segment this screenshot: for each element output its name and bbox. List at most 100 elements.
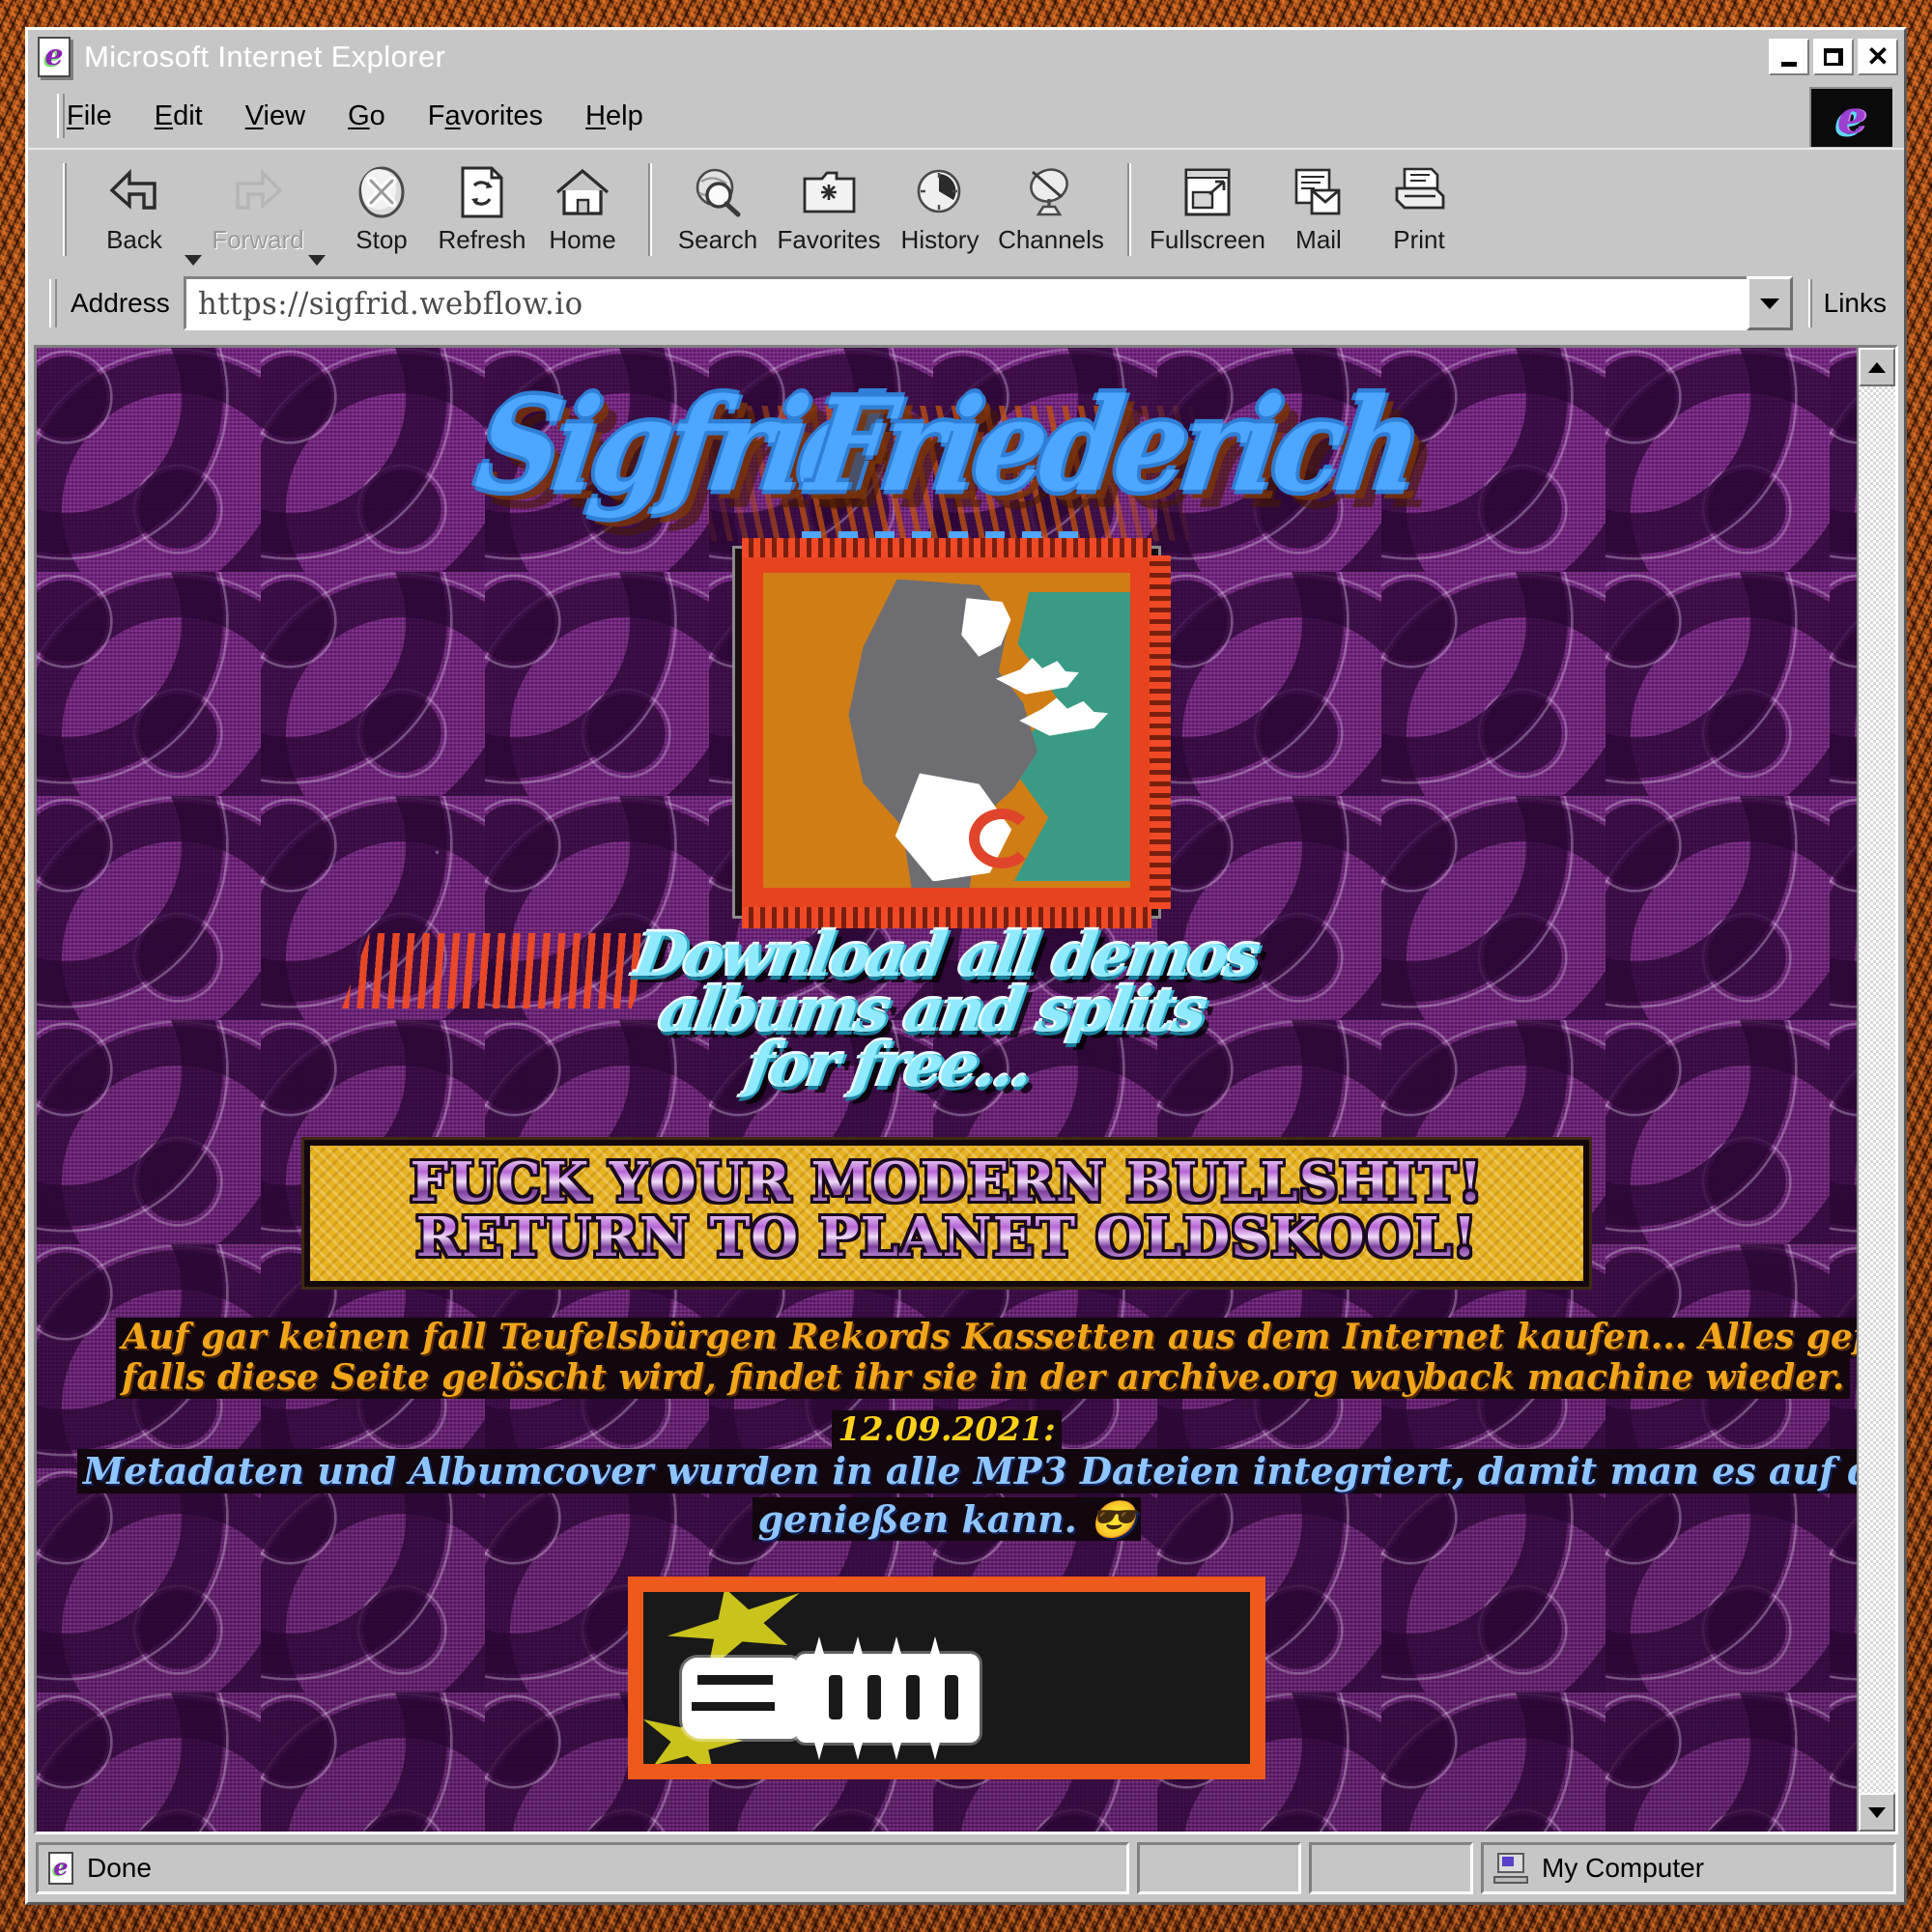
menu-item-go[interactable]: Go [348, 100, 385, 132]
toolbar-button-mail[interactable]: Mail [1268, 161, 1369, 255]
warning-line2: falls diese Seite gelöscht wird, findet … [116, 1357, 1851, 1399]
status-bar: e Done My Computer [28, 1834, 1904, 1902]
toolbar-label-favorites: Favorites [777, 225, 881, 254]
internet-explorer-icon: e [38, 37, 71, 77]
toolbar-button-history[interactable]: History [890, 161, 990, 255]
scroll-up-icon [1868, 361, 1886, 373]
toolbar-label-back: Back [106, 225, 162, 254]
window-title: Microsoft Internet Explorer [84, 40, 446, 73]
toolbar-button-stop[interactable]: Stop [331, 161, 432, 255]
page-inner: SigfridFriederich Download all demos alb… [37, 348, 1857, 1832]
printer-icon [1391, 161, 1447, 223]
menu-bar: File Edit View Go Favorites Help e [28, 84, 1904, 148]
fist-banner-canvas [643, 1592, 1250, 1764]
history-clock-icon [913, 161, 967, 223]
forward-arrow-icon [228, 161, 288, 223]
update-date: 12.09.2021: [832, 1410, 1062, 1449]
links-grip[interactable] [1807, 279, 1812, 327]
internet-explorer-icon-small: e [48, 1852, 73, 1885]
content-area: SigfridFriederich Download all demos alb… [34, 345, 1898, 1834]
toolbar-label-history: History [900, 225, 980, 254]
warning-line1: Auf gar keinen fall Teufelsbürgen Rekord… [116, 1317, 1857, 1358]
knuckleduster-icon [796, 1636, 980, 1743]
toolbar-button-channels[interactable]: Channels [990, 161, 1112, 255]
site-logo-text: SigfridFriederich [469, 370, 1426, 521]
menu-item-file[interactable]: File [67, 100, 112, 132]
address-input[interactable]: https://sigfrid.webflow.io [183, 276, 1749, 330]
toolbar-button-search[interactable]: Search [668, 161, 768, 255]
fist-icon [682, 1658, 798, 1739]
toolbar-label-home: Home [549, 225, 616, 254]
menu-item-help[interactable]: Help [585, 100, 643, 132]
minimize-button[interactable] [1769, 39, 1809, 75]
status-message: Done [87, 1853, 152, 1883]
vertical-scrollbar[interactable] [1857, 348, 1895, 1832]
fullscreen-icon [1180, 161, 1235, 223]
home-icon [553, 161, 612, 223]
address-bar: Address https://sigfrid.webflow.io Links [28, 266, 1904, 341]
stop-icon [354, 161, 410, 223]
update-line1: Metadaten und Albumcover wurden in alle … [77, 1449, 1857, 1493]
warning-notice: Auf gar keinen fall Teufelsbürgen Rekord… [116, 1317, 1857, 1399]
update-notice: 12.09.2021: Metadaten und Albumcover wur… [77, 1410, 1857, 1542]
status-panel-extra [1309, 1842, 1473, 1894]
hero-artwork[interactable] [735, 538, 1171, 928]
download-headline-line3: for free... [742, 1030, 1036, 1101]
address-dropdown-button[interactable] [1746, 276, 1793, 330]
status-message-panel: e Done [36, 1842, 1129, 1894]
links-button[interactable]: Links [1824, 288, 1887, 319]
oldskool-banner-line1: FUCK YOUR MODERN BULLSHIT! [310, 1154, 1583, 1210]
address-label: Address [71, 288, 170, 318]
channels-dish-icon [1023, 161, 1079, 223]
toolbar-label-fullscreen: Fullscreen [1150, 225, 1265, 254]
download-headline[interactable]: Download all demos albums and splits for… [37, 920, 1857, 1121]
scroll-down-button[interactable] [1859, 1793, 1895, 1832]
forward-dropdown-icon[interactable] [308, 255, 326, 266]
oldskool-banner-line2: RETURN TO PLANET OLDSKOOL! [310, 1209, 1583, 1265]
web-page: SigfridFriederich Download all demos alb… [37, 348, 1857, 1832]
favorites-folder-icon [800, 161, 858, 223]
scroll-up-button[interactable] [1859, 348, 1895, 386]
toolbar-button-back[interactable]: Back [84, 161, 185, 255]
status-zone-label: My Computer [1542, 1853, 1705, 1883]
toolbar-label-refresh: Refresh [438, 225, 526, 254]
status-zone-panel: My Computer [1481, 1842, 1896, 1894]
toolbar-label-stop: Stop [355, 225, 408, 254]
restore-button[interactable] [1813, 39, 1854, 75]
toolbar-label-search: Search [677, 225, 758, 254]
toolbar-separator-2 [1127, 163, 1131, 256]
toolbar-button-print[interactable]: Print [1369, 161, 1469, 255]
back-arrow-icon [104, 161, 164, 223]
internet-explorer-logo: e [1809, 87, 1892, 147]
mail-icon [1291, 161, 1347, 223]
fist-banner[interactable] [628, 1577, 1265, 1779]
toolbar-button-forward[interactable]: Forward [208, 161, 308, 255]
refresh-icon [457, 161, 507, 223]
browser-window: e Microsoft Internet Explorer ✕ File Edi… [25, 27, 1907, 1905]
my-computer-icon [1493, 1853, 1528, 1884]
menu-item-edit[interactable]: Edit [155, 100, 203, 132]
back-dropdown-icon[interactable] [185, 255, 202, 266]
main-toolbar: Back Forward Stop Refresh Home Search Fa… [28, 148, 1904, 266]
status-panel-progress [1137, 1842, 1301, 1894]
toolbar-button-home[interactable]: Home [532, 161, 633, 255]
site-logo-part2: Friederich [799, 369, 1426, 521]
title-bar: e Microsoft Internet Explorer ✕ [28, 30, 1904, 84]
chevron-down-icon [1759, 298, 1779, 309]
toolbar-label-mail: Mail [1295, 225, 1342, 254]
update-line2: genießen kann. 😎 [752, 1496, 1142, 1542]
site-logo[interactable]: SigfridFriederich [37, 370, 1857, 564]
toolbar-grip[interactable] [63, 163, 67, 256]
menu-item-view[interactable]: View [245, 100, 305, 132]
scrollbar-track[interactable] [1859, 386, 1895, 1793]
toolbar-button-fullscreen[interactable]: Fullscreen [1147, 161, 1268, 255]
address-url-text: https://sigfrid.webflow.io [197, 285, 583, 322]
toolbar-button-favorites[interactable]: Favorites [768, 161, 890, 255]
toolbar-button-refresh[interactable]: Refresh [432, 161, 532, 255]
download-slash-decoration [341, 933, 660, 1009]
artwork-canvas [763, 573, 1130, 888]
window-controls: ✕ [1769, 39, 1898, 75]
close-button[interactable]: ✕ [1858, 39, 1898, 75]
artwork-spiral [969, 809, 1036, 869]
menu-item-favorites[interactable]: Favorites [428, 100, 543, 132]
